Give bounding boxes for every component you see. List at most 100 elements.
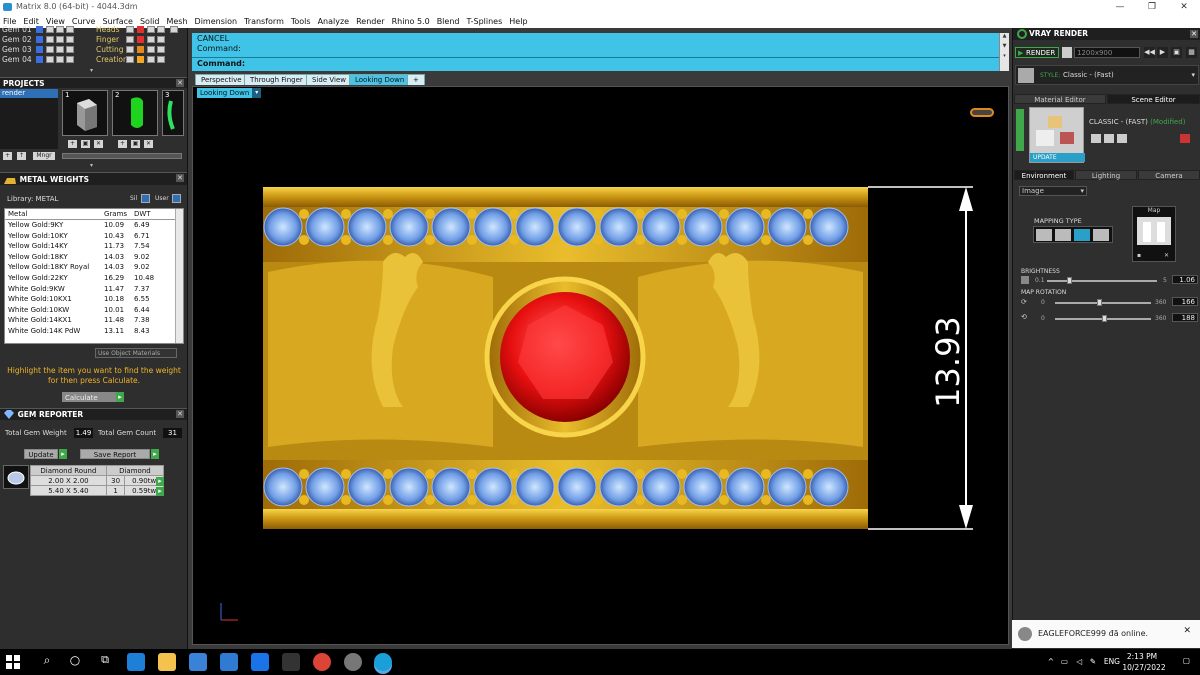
rotation-h-value[interactable]: 166	[1172, 297, 1198, 306]
table-row[interactable]: Yellow Gold:18KY Royal 14.03 9.02	[5, 262, 177, 273]
project-thumb[interactable]: 1	[62, 90, 108, 136]
language-indicator[interactable]: ENG	[1104, 657, 1120, 666]
store-icon[interactable]	[189, 653, 207, 671]
update-arrow-icon[interactable]: ▸	[59, 449, 67, 459]
layer-lock-toggle[interactable]	[56, 46, 64, 53]
chevron-down-icon[interactable]: ▾	[1191, 71, 1195, 79]
viewport[interactable]: Looking Down ▾ 13.93	[192, 86, 1009, 645]
layer-visible-toggle[interactable]	[126, 46, 134, 53]
layer-select-toggle[interactable]	[157, 26, 165, 33]
table-row[interactable]: 2.00 X 2.00 30 0.90tw	[30, 475, 164, 486]
layer-color-swatch[interactable]	[36, 26, 43, 33]
rotation-v-slider[interactable]	[1055, 314, 1151, 323]
layer-visible-toggle[interactable]	[126, 56, 134, 63]
layer-select-toggle[interactable]	[157, 36, 165, 43]
mail-icon[interactable]	[220, 653, 238, 671]
zalo-icon[interactable]	[251, 653, 269, 671]
notification-center-icon[interactable]: ▢	[1183, 656, 1190, 665]
table-row[interactable]: White Gold:9KW 11.47 7.37	[5, 284, 177, 295]
mapping-plane-icon[interactable]	[1036, 229, 1052, 241]
layer-color-swatch[interactable]	[137, 26, 144, 33]
command-prompt[interactable]: Command:	[197, 59, 245, 68]
close-icon[interactable]: ✕	[176, 79, 184, 87]
thumb-add-button[interactable]: +	[68, 140, 77, 148]
rewind-icon[interactable]: ◀◀	[1144, 47, 1155, 58]
layer-lock-toggle[interactable]	[147, 26, 155, 33]
layer-color-swatch[interactable]	[137, 56, 144, 63]
chrome-icon[interactable]	[313, 653, 331, 671]
mapping-cube-icon[interactable]	[1055, 229, 1071, 241]
maximize-button[interactable]: ❐	[1136, 0, 1168, 14]
grid-icon[interactable]: ▦	[1186, 47, 1197, 58]
menu-tsplines[interactable]: T-Splines	[466, 17, 502, 26]
thumb-scrollbar[interactable]	[62, 153, 182, 159]
search-icon[interactable]: ⌕	[38, 653, 56, 671]
column-header[interactable]: Metal	[5, 209, 101, 220]
layer-select-toggle[interactable]	[66, 26, 74, 33]
save-report-button[interactable]: Save Report	[80, 449, 150, 459]
save-report-arrow-icon[interactable]: ▸	[151, 449, 159, 459]
tray-chevron-icon[interactable]: ^	[1048, 657, 1054, 666]
use-object-materials-checkbox[interactable]: Use Object Materials	[95, 348, 177, 358]
layer-color-swatch[interactable]	[36, 56, 43, 63]
scene-side-handle[interactable]	[1016, 109, 1024, 151]
style-selector[interactable]: STYLE: Classic - (Fast) ▾	[1015, 65, 1199, 85]
environment-type-select[interactable]: Image ▾	[1019, 186, 1087, 196]
environment-map-preview[interactable]: Map ▪ ✕	[1132, 206, 1176, 262]
layer-scroll-arrow[interactable]	[170, 26, 178, 33]
close-icon[interactable]: ✕	[1190, 30, 1198, 38]
layer-lock-toggle[interactable]	[147, 46, 155, 53]
layer-lock-toggle[interactable]	[147, 36, 155, 43]
tab-lighting[interactable]: Lighting	[1075, 170, 1137, 180]
manager-button[interactable]: Mngr	[33, 152, 55, 160]
task-view-icon[interactable]: ⧉	[96, 653, 114, 671]
scene-load-icon[interactable]	[1117, 134, 1127, 143]
mapping-sphere-icon[interactable]	[1074, 229, 1090, 241]
cortana-icon[interactable]: ○	[66, 653, 84, 671]
gem-row-arrow-icon[interactable]: ▸	[156, 487, 164, 496]
layer-row[interactable]: Gem 04 Creation	[0, 55, 188, 65]
menu-blend[interactable]: Blend	[437, 17, 460, 26]
layer-visible-toggle[interactable]	[46, 36, 54, 43]
rhino-icon[interactable]	[344, 653, 362, 671]
render-settings-icon[interactable]	[1062, 47, 1072, 58]
render-button[interactable]: ▶ RENDER	[1015, 47, 1059, 58]
notification-toast[interactable]: EAGLEFORCE999 đã online. ✕	[1012, 620, 1200, 648]
windows-start-icon[interactable]	[6, 655, 20, 669]
file-explorer-icon[interactable]	[158, 653, 176, 671]
close-icon[interactable]: ✕	[176, 410, 184, 418]
collapse-handle-icon[interactable]: ▾	[90, 67, 98, 74]
layer-lock-toggle[interactable]	[56, 56, 64, 63]
scene-copy-icon[interactable]	[1104, 134, 1114, 143]
menu-rhino[interactable]: Rhino 5.0	[392, 17, 430, 26]
tab-perspective[interactable]: Perspective	[195, 74, 248, 85]
layer-row[interactable]: Gem 02 Finger	[0, 35, 188, 45]
layer-visible-toggle[interactable]	[46, 56, 54, 63]
layer-color-swatch[interactable]	[36, 36, 43, 43]
tab-scene-editor[interactable]: Scene Editor	[1107, 94, 1200, 104]
close-icon[interactable]: ✕	[176, 174, 184, 182]
layer-lock-toggle[interactable]	[56, 26, 64, 33]
map-clear-icon[interactable]: ✕	[1164, 252, 1169, 259]
table-row[interactable]: White Gold:14K PdW 13.11 8.43	[5, 326, 177, 337]
mapping-cylinder-icon[interactable]	[1093, 229, 1109, 241]
layer-visible-toggle[interactable]	[126, 26, 134, 33]
layer-select-toggle[interactable]	[66, 36, 74, 43]
thumb-add-button[interactable]: +	[118, 140, 127, 148]
thumb-delete-button[interactable]: ✕	[94, 140, 103, 148]
rotation-h-slider[interactable]	[1055, 298, 1151, 307]
scene-delete-icon[interactable]	[1180, 134, 1190, 143]
collapse-handle-icon[interactable]: ▾	[90, 162, 98, 169]
calculate-arrow-icon[interactable]: ▸	[116, 392, 124, 402]
gem-row-arrow-icon[interactable]: ▸	[156, 477, 164, 486]
clock-date[interactable]: 10/27/2022	[1122, 663, 1166, 672]
library-sw-radio[interactable]	[141, 194, 150, 203]
slider-knob[interactable]	[1067, 277, 1072, 284]
layer-row[interactable]: Gem 01 Heads	[0, 25, 188, 35]
thumb-save-button[interactable]: ▣	[81, 140, 90, 148]
library-user-radio[interactable]	[172, 194, 181, 203]
table-row[interactable]: White Gold:10KW 10.01 6.44	[5, 305, 177, 316]
menu-tools[interactable]: Tools	[291, 17, 311, 26]
scene-save-icon[interactable]	[1091, 134, 1101, 143]
tab-add[interactable]: +	[407, 74, 425, 85]
